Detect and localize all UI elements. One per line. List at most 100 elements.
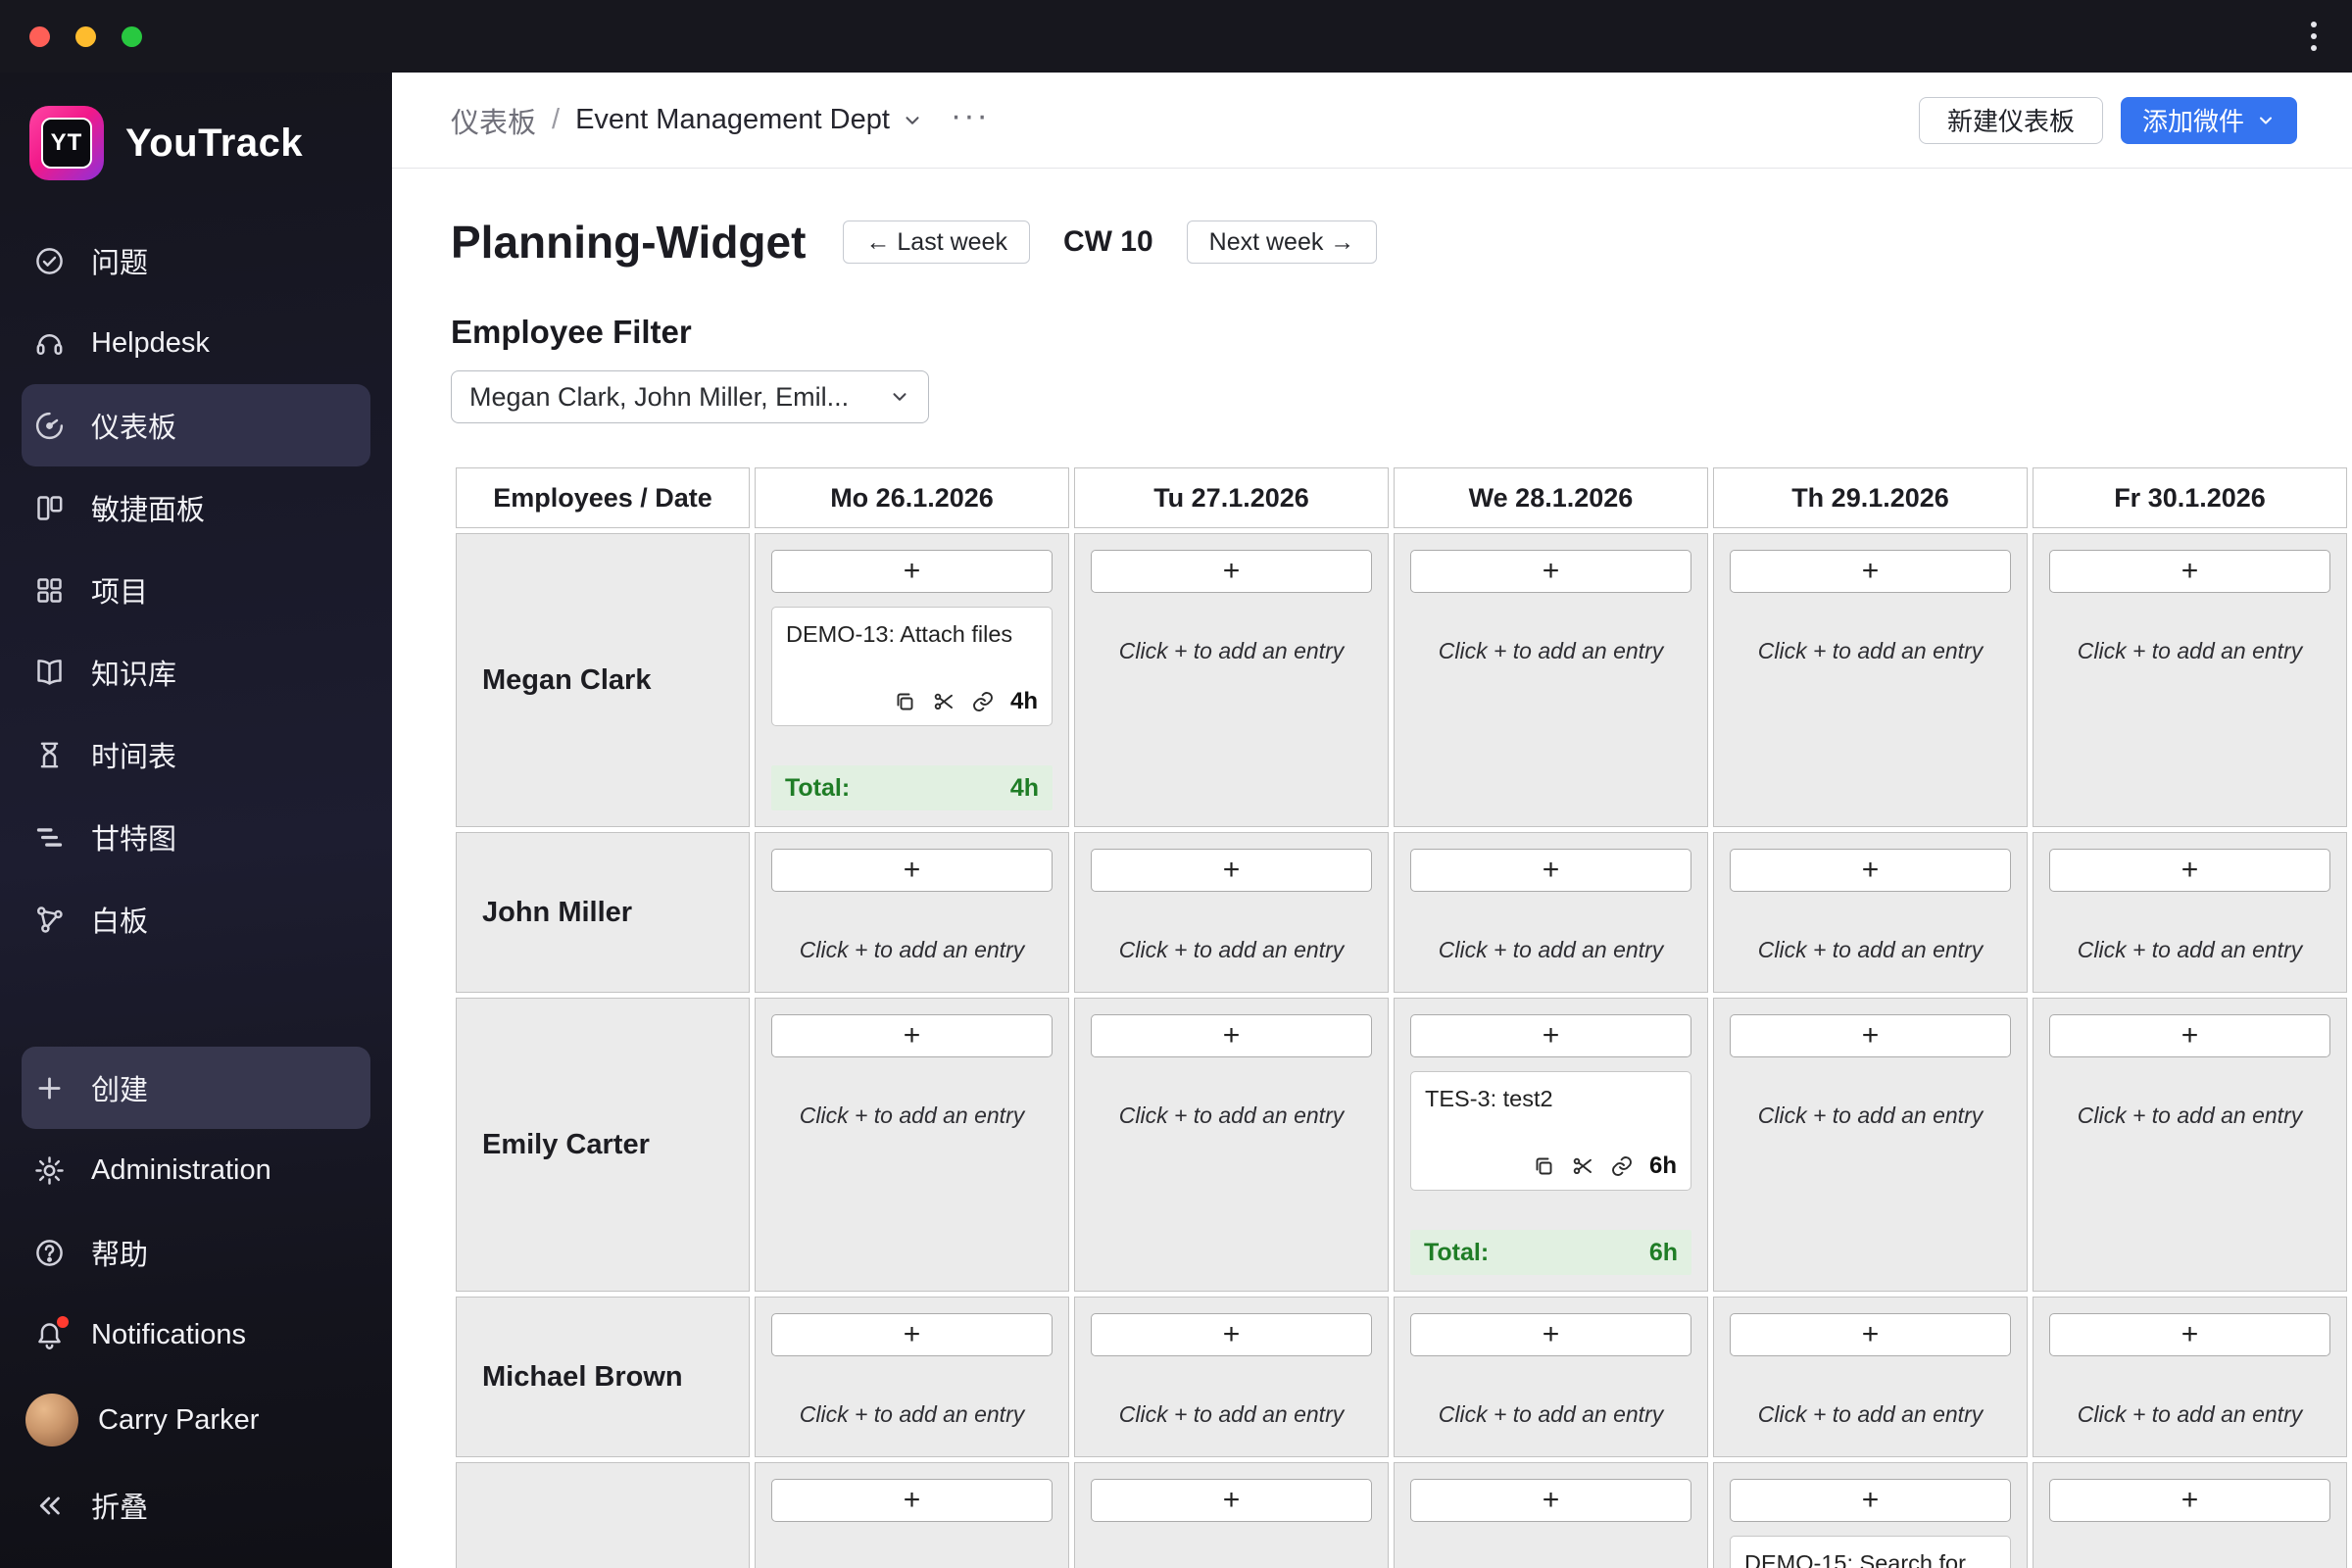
- add-entry-button[interactable]: +: [771, 550, 1053, 593]
- sidebar-item-notifications[interactable]: Notifications: [0, 1294, 392, 1376]
- add-entry-button[interactable]: +: [1410, 849, 1691, 892]
- minimize-window-button[interactable]: [75, 25, 96, 47]
- scissors-icon[interactable]: [932, 690, 956, 713]
- add-entry-button[interactable]: +: [771, 1014, 1053, 1057]
- day-cell: + Click + to add an entry: [1713, 998, 2028, 1292]
- employee-filter-select[interactable]: Megan Clark, John Miller, Emil...: [451, 370, 929, 423]
- employee-name: John Miller: [456, 832, 750, 993]
- add-entry-button[interactable]: +: [771, 1479, 1053, 1522]
- sidebar-item-helpdesk[interactable]: Helpdesk: [0, 302, 392, 384]
- employee-row: John Miller + Click + to add an entry + Clic…: [456, 832, 2347, 993]
- chevron-down-icon: [893, 393, 906, 401]
- sidebar-item-knowledge-base[interactable]: 知识库: [0, 631, 392, 713]
- empty-cell-hint: Click + to add an entry: [2077, 638, 2303, 663]
- sidebar-item-administration[interactable]: Administration: [0, 1129, 392, 1211]
- sidebar-item-label: 帮助: [91, 1240, 149, 1271]
- sidebar-item-projects[interactable]: 项目: [0, 549, 392, 631]
- dashboard-options-menu[interactable]: ···: [951, 99, 990, 142]
- column-header-date: Mo 26.1.2026: [755, 467, 1069, 528]
- add-entry-button[interactable]: +: [771, 1313, 1053, 1356]
- headset-icon: [36, 333, 63, 355]
- sidebar-item-dashboards[interactable]: 仪表板: [22, 384, 370, 466]
- day-cell: +Click + to add an entry: [1713, 1297, 2028, 1457]
- entry-card[interactable]: DEMO-13: Attach files 4h: [771, 607, 1053, 726]
- add-widget-button[interactable]: 添加微件: [2120, 96, 2297, 144]
- total-label: Total:: [1424, 1238, 1490, 1266]
- day-cell: + DEMO-15: Search for issues: [1713, 1462, 2028, 1568]
- sidebar-item-issues[interactable]: 问题: [0, 220, 392, 302]
- youtrack-logo-icon: YT: [29, 106, 104, 180]
- add-entry-button[interactable]: +: [1730, 1014, 2011, 1057]
- copy-icon[interactable]: [1532, 1154, 1555, 1178]
- add-entry-button[interactable]: +: [2049, 1479, 2330, 1522]
- column-header-date: We 28.1.2026: [1394, 467, 1708, 528]
- sidebar-item-timesheets[interactable]: 时间表: [0, 713, 392, 796]
- total-bar: Total: 6h: [1410, 1230, 1691, 1275]
- sidebar-item-whiteboards[interactable]: 白板: [0, 878, 392, 960]
- new-dashboard-button[interactable]: 新建仪表板: [1918, 96, 2103, 144]
- empty-cell-hint: Click + to add an entry: [1757, 1102, 1984, 1128]
- add-entry-button[interactable]: +: [1730, 550, 2011, 593]
- copy-icon[interactable]: [893, 690, 916, 713]
- last-week-button[interactable]: ← Last week: [843, 220, 1030, 264]
- empty-cell-hint: Click + to add an entry: [1438, 1401, 1664, 1427]
- empty-cell-hint: Click + to add an entry: [799, 937, 1025, 962]
- widget-title: Planning-Widget: [451, 217, 807, 268]
- add-entry-button[interactable]: +: [1730, 849, 2011, 892]
- entry-card[interactable]: DEMO-15: Search for issues: [1730, 1536, 2011, 1568]
- day-cell: + DEMO-13: Attach files 4h Total: 4h: [755, 533, 1069, 827]
- day-cell: +Click + to add an entry: [1394, 533, 1708, 827]
- app-window: YT YouTrack 问题 Helpdesk 仪表板 敏捷面板 项目 知识库 …: [0, 0, 2352, 1568]
- entry-card[interactable]: TES-3: test2 6h: [1410, 1071, 1691, 1191]
- add-entry-button[interactable]: +: [2049, 550, 2330, 593]
- add-entry-button[interactable]: +: [1410, 1313, 1691, 1356]
- link-icon[interactable]: [1610, 1154, 1634, 1178]
- sidebar-item-help[interactable]: 帮助: [0, 1211, 392, 1294]
- sidebar-footer: 创建 Administration 帮助 Notifications Carry…: [0, 1047, 392, 1546]
- sidebar-item-profile[interactable]: Carry Parker: [0, 1376, 392, 1464]
- add-entry-button[interactable]: +: [2049, 849, 2330, 892]
- next-week-button[interactable]: Next week →: [1186, 220, 1378, 264]
- sidebar-item-label: 知识库: [91, 660, 177, 691]
- sidebar-item-agile-boards[interactable]: 敏捷面板: [0, 466, 392, 549]
- add-entry-button[interactable]: +: [1091, 1479, 1372, 1522]
- add-entry-button[interactable]: +: [1730, 1479, 2011, 1522]
- sidebar-item-label: 仪表板: [91, 413, 177, 444]
- add-entry-button[interactable]: +: [1091, 1313, 1372, 1356]
- traffic-lights: [29, 25, 142, 47]
- link-icon[interactable]: [971, 690, 995, 713]
- create-button[interactable]: 创建: [22, 1047, 370, 1129]
- widget-content: Planning-Widget ← Last week CW 10 Next w…: [392, 169, 2352, 1568]
- day-cell: +Click + to add an entry: [1074, 998, 1389, 1292]
- sidebar-item-label: Administration: [91, 1153, 271, 1186]
- add-entry-button[interactable]: +: [1091, 1014, 1372, 1057]
- add-entry-button[interactable]: +: [1730, 1313, 2011, 1356]
- day-cell: +Click + to add an entry: [2033, 1297, 2347, 1457]
- projects-grid-icon: [37, 577, 62, 603]
- add-entry-button[interactable]: +: [2049, 1313, 2330, 1356]
- sidebar-item-gantt-charts[interactable]: 甘特图: [0, 796, 392, 878]
- add-entry-button[interactable]: +: [1091, 849, 1372, 892]
- sidebar-collapse-button[interactable]: 折叠: [0, 1464, 392, 1546]
- scissors-icon[interactable]: [1571, 1154, 1594, 1178]
- close-window-button[interactable]: [29, 25, 50, 47]
- sidebar-item-label: 甘特图: [91, 824, 177, 856]
- add-entry-button[interactable]: +: [1410, 1479, 1691, 1522]
- day-cell: +Click + to add an entry: [1394, 1462, 1708, 1568]
- kebab-menu-icon[interactable]: [2305, 16, 2323, 57]
- add-entry-button[interactable]: +: [1091, 550, 1372, 593]
- add-entry-button[interactable]: +: [2049, 1014, 2330, 1057]
- app-logo[interactable]: YT YouTrack: [0, 106, 392, 180]
- breadcrumb-current-dashboard[interactable]: Event Management Dept: [575, 104, 923, 136]
- calendar-week-label: CW 10: [1062, 225, 1153, 258]
- add-entry-button[interactable]: +: [1410, 550, 1691, 593]
- widget-title-row: Planning-Widget ← Last week CW 10 Next w…: [451, 216, 2352, 269]
- agile-board-icon: [37, 495, 63, 520]
- add-entry-button[interactable]: +: [1410, 1014, 1691, 1057]
- add-entry-button[interactable]: +: [771, 849, 1053, 892]
- breadcrumb-dashboards-link[interactable]: 仪表板: [451, 100, 536, 141]
- maximize-window-button[interactable]: [122, 25, 142, 47]
- day-cell: +Click + to add an entry: [755, 1297, 1069, 1457]
- sidebar-item-label: 白板: [91, 906, 149, 938]
- sidebar-item-label: 折叠: [91, 1493, 149, 1524]
